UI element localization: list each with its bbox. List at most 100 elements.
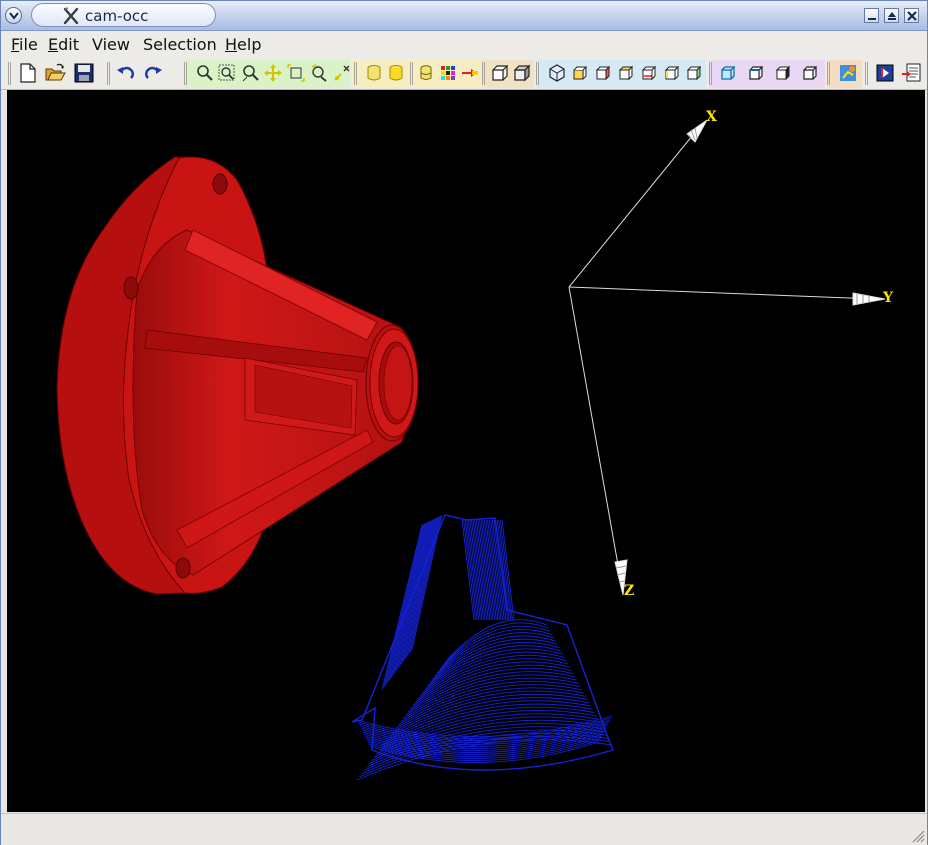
redo-button[interactable] — [142, 62, 164, 84]
menu-selection-label: Selection — [143, 35, 217, 54]
top-view-button[interactable] — [615, 62, 637, 84]
toolbar-separator — [410, 62, 413, 85]
select-vertex-icon — [721, 66, 736, 80]
toolbar-separator — [827, 62, 830, 85]
cylinder-icon — [367, 65, 381, 81]
right-view-button[interactable] — [683, 62, 705, 84]
zoom-window-icon — [218, 64, 235, 81]
toolpath-pass — [388, 522, 428, 681]
bottom-view-button[interactable] — [638, 62, 660, 84]
menu-file[interactable]: File — [11, 35, 38, 54]
title-pill: cam-occ — [31, 3, 216, 27]
export-icon — [876, 64, 894, 82]
undo-icon — [117, 66, 134, 79]
cylinder-wire-icon — [420, 65, 432, 80]
window-title: cam-occ — [85, 7, 149, 25]
minimize-button[interactable] — [864, 8, 879, 23]
menu-selection[interactable]: Selection — [143, 35, 217, 54]
zoom-dynamic-icon — [242, 65, 259, 82]
y-axis-label: Y — [882, 290, 894, 306]
undo-button[interactable] — [115, 62, 137, 84]
main-toolbar — [1, 58, 927, 90]
select-face-icon — [775, 65, 791, 81]
select-solid-icon — [803, 66, 818, 80]
select-vertex-button[interactable] — [717, 62, 739, 84]
axis-trihedron — [568, 119, 886, 596]
toolbar-separator — [107, 62, 110, 85]
material-button[interactable] — [459, 62, 481, 84]
toolpath-pass — [395, 520, 432, 672]
maximize-icon — [888, 12, 896, 20]
menu-help-label: Help — [225, 35, 262, 54]
front-view-icon — [573, 66, 588, 80]
select-solid-button[interactable] — [799, 62, 821, 84]
shaded-button[interactable] — [511, 62, 533, 84]
trihedron-icon — [840, 65, 856, 81]
export-button[interactable] — [874, 62, 896, 84]
color-button[interactable] — [437, 62, 459, 84]
save-button[interactable] — [73, 62, 95, 84]
menu-edit[interactable]: Edit — [48, 35, 79, 54]
pan-icon — [264, 64, 282, 82]
chevron-down-icon — [9, 12, 19, 20]
right-view-icon — [686, 65, 702, 81]
top-view-icon — [618, 65, 634, 81]
wireframe-icon — [492, 65, 509, 81]
new-file-icon — [20, 63, 36, 83]
title-bar[interactable]: cam-occ — [1, 1, 927, 31]
menu-bar: File Edit View Selection Help — [1, 31, 927, 58]
left-view-icon — [664, 65, 680, 81]
close-icon — [907, 11, 917, 21]
application-window: cam-occ File Edit View Selection Help X … — [0, 0, 928, 845]
save-icon — [74, 63, 94, 83]
x-tool-icon — [63, 7, 79, 25]
fit-all-button[interactable] — [285, 62, 307, 84]
rotate-button[interactable] — [308, 62, 330, 84]
toolbar-separator — [865, 62, 868, 85]
global-pan-button[interactable] — [331, 62, 353, 84]
toolpath-pass — [399, 519, 435, 667]
pan-button[interactable] — [262, 62, 284, 84]
cad-part-housing[interactable] — [56, 156, 419, 595]
select-face-button[interactable] — [772, 62, 794, 84]
menu-view[interactable]: View — [92, 35, 130, 54]
y-axis-line — [568, 286, 876, 300]
shaded-icon — [513, 64, 531, 82]
front-view-button[interactable] — [569, 62, 591, 84]
maximize-button[interactable] — [884, 8, 899, 23]
material-icon — [462, 69, 478, 77]
axo-view-button[interactable] — [546, 62, 568, 84]
resize-grip-icon[interactable] — [911, 829, 925, 843]
zoom-icon — [197, 65, 213, 81]
status-bar — [1, 813, 927, 845]
select-edge-button[interactable] — [745, 62, 767, 84]
z-axis-line — [568, 286, 622, 583]
zoom-button[interactable] — [193, 62, 215, 84]
toolbar-separator — [482, 62, 485, 85]
fit-icon — [287, 64, 305, 82]
bottom-view-icon — [641, 65, 657, 81]
3d-viewport[interactable]: X Y Z — [7, 90, 925, 812]
open-button[interactable] — [44, 62, 66, 84]
back-view-icon — [595, 65, 611, 81]
cylinder-button[interactable] — [363, 62, 385, 84]
trihedron-button[interactable] — [837, 62, 859, 84]
menu-help[interactable]: Help — [225, 35, 261, 54]
toolpath-wireframe[interactable] — [351, 514, 614, 781]
wireframe-button[interactable] — [489, 62, 511, 84]
rotate-icon — [311, 64, 327, 82]
left-view-button[interactable] — [661, 62, 683, 84]
zoom-dynamic-button[interactable] — [239, 62, 261, 84]
close-button[interactable] — [904, 8, 919, 23]
toolbar-separator — [354, 62, 357, 85]
redo-icon — [145, 66, 162, 79]
back-view-button[interactable] — [592, 62, 614, 84]
viewport-canvas: X Y Z — [56, 109, 894, 781]
document-button[interactable] — [900, 62, 922, 84]
cylinder-shaded-button[interactable] — [385, 62, 407, 84]
window-menu-button[interactable] — [5, 7, 22, 24]
new-file-button[interactable] — [17, 62, 39, 84]
menu-file-label: File — [11, 35, 38, 54]
cylinder-wire-button[interactable] — [415, 62, 437, 84]
zoom-window-button[interactable] — [216, 62, 238, 84]
